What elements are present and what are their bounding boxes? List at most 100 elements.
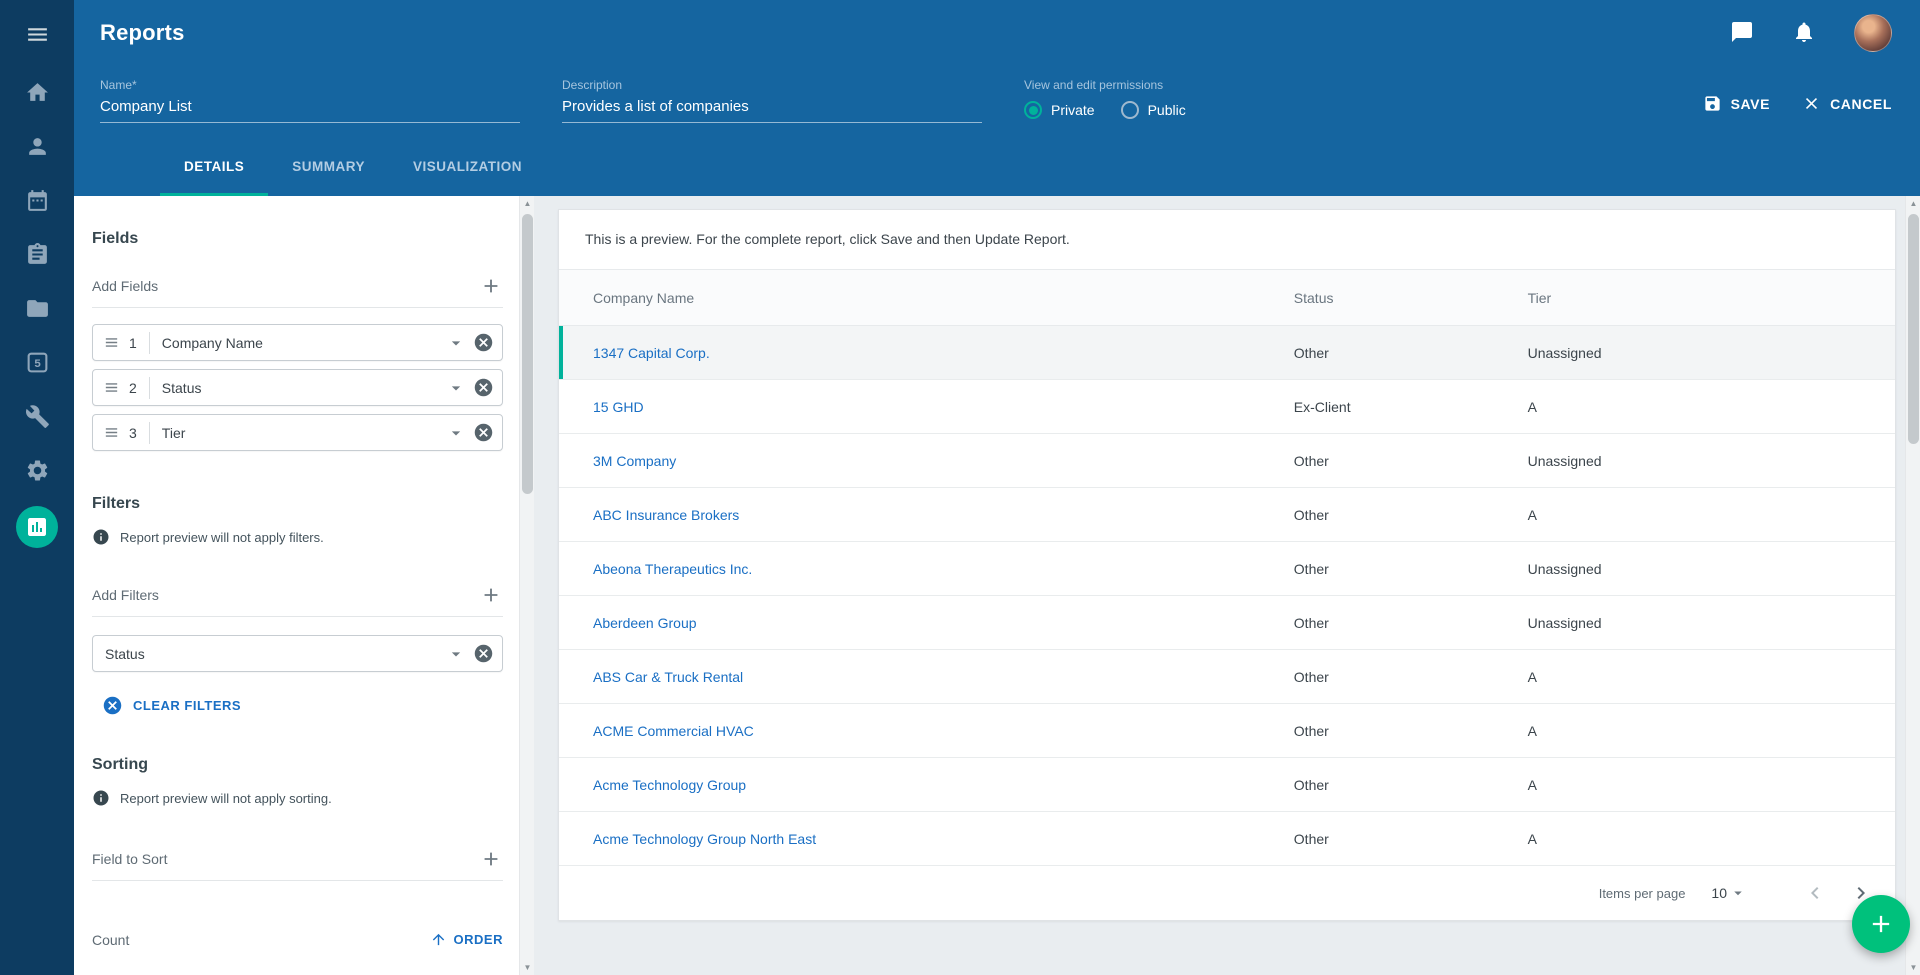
count-label: Count (92, 932, 129, 948)
chevron-down-icon[interactable] (446, 423, 466, 443)
name-input[interactable]: Company List (100, 98, 520, 123)
previous-page-button[interactable] (1803, 881, 1827, 905)
items-per-page-label: Items per page (1599, 886, 1686, 901)
nav-calendar[interactable] (0, 176, 74, 230)
nav-tasks[interactable] (0, 230, 74, 284)
add-sort-field-button[interactable] (479, 847, 503, 871)
remove-circle-icon (473, 643, 494, 664)
chevron-down-icon[interactable] (446, 644, 466, 664)
add-fields-row: Add Fields (92, 274, 503, 308)
page-scrollbar[interactable]: ▲ ▼ (1905, 196, 1920, 975)
nav-filter-5[interactable]: 5 (0, 338, 74, 392)
add-filters-button[interactable] (479, 583, 503, 607)
nav-reports-active[interactable] (0, 500, 74, 554)
tab-visualization[interactable]: VISUALIZATION (389, 140, 546, 196)
divider (149, 377, 150, 399)
company-link[interactable]: 15 GHD (593, 399, 644, 415)
scroll-up-arrow[interactable]: ▲ (520, 196, 534, 211)
company-link[interactable]: Acme Technology Group (593, 777, 746, 793)
chevron-down-icon[interactable] (446, 333, 466, 353)
company-link[interactable]: Acme Technology Group North East (593, 831, 816, 847)
radio-public-label: Public (1148, 102, 1186, 118)
drag-handle-icon[interactable] (103, 424, 120, 441)
tab-summary[interactable]: SUMMARY (268, 140, 389, 196)
status-cell: Other (1294, 758, 1528, 812)
remove-field-button[interactable] (473, 422, 494, 443)
remove-field-button[interactable] (473, 377, 494, 398)
table-row: Aberdeen Group Other Unassigned (559, 596, 1895, 650)
panel-scrollbar[interactable]: ▲ ▼ (519, 196, 534, 975)
user-avatar[interactable] (1854, 14, 1892, 52)
tier-cell: A (1528, 488, 1895, 542)
fields-heading: Fields (92, 230, 503, 248)
report-tabs: DETAILS SUMMARY VISUALIZATION (74, 140, 1920, 196)
filter-label: Status (105, 646, 446, 662)
hamburger-menu-button[interactable] (0, 14, 74, 60)
status-cell: Other (1294, 596, 1528, 650)
table-header-row: Company Name Status Tier (559, 270, 1895, 326)
tier-cell: Unassigned (1528, 434, 1895, 488)
scroll-down-arrow[interactable]: ▼ (520, 960, 534, 975)
drag-handle-icon[interactable] (103, 334, 120, 351)
add-fields-button[interactable] (479, 274, 503, 298)
field-index: 1 (129, 335, 137, 351)
description-input[interactable]: Provides a list of companies (562, 98, 982, 123)
column-header-company: Company Name (559, 270, 1294, 326)
column-header-tier: Tier (1528, 270, 1895, 326)
company-link[interactable]: ABS Car & Truck Rental (593, 669, 743, 685)
scroll-down-arrow[interactable]: ▼ (1906, 960, 1920, 975)
nav-tools[interactable] (0, 392, 74, 446)
tier-cell: A (1528, 758, 1895, 812)
table-row: ACME Commercial HVAC Other A (559, 704, 1895, 758)
filters-note: Report preview will not apply filters. (120, 530, 324, 545)
field-pill-tier[interactable]: 3 Tier (92, 414, 503, 451)
tier-cell: A (1528, 650, 1895, 704)
field-index: 2 (129, 380, 137, 396)
scroll-up-arrow[interactable]: ▲ (1906, 196, 1920, 211)
notifications-button[interactable] (1792, 20, 1818, 46)
status-cell: Other (1294, 434, 1528, 488)
chat-button[interactable] (1730, 20, 1756, 46)
scrollbar-thumb[interactable] (1908, 214, 1919, 444)
table-row: ABC Insurance Brokers Other A (559, 488, 1895, 542)
order-button[interactable]: ORDER (430, 931, 503, 948)
field-pill-status[interactable]: 2 Status (92, 369, 503, 406)
company-link[interactable]: Abeona Therapeutics Inc. (593, 561, 752, 577)
person-icon (25, 134, 50, 164)
drag-handle-icon[interactable] (103, 379, 120, 396)
company-link[interactable]: 1347 Capital Corp. (593, 345, 710, 361)
radio-public[interactable]: Public (1121, 101, 1186, 119)
scrollbar-thumb[interactable] (522, 214, 533, 494)
calendar-icon (25, 188, 50, 218)
tab-details[interactable]: DETAILS (160, 140, 268, 196)
cancel-button[interactable]: CANCEL (1802, 94, 1892, 113)
remove-field-button[interactable] (473, 332, 494, 353)
company-link[interactable]: ACME Commercial HVAC (593, 723, 754, 739)
radio-private[interactable]: Private (1024, 101, 1095, 119)
save-button[interactable]: SAVE (1703, 94, 1771, 113)
table-row: ABS Car & Truck Rental Other A (559, 650, 1895, 704)
status-cell: Other (1294, 650, 1528, 704)
add-report-fab[interactable] (1852, 895, 1910, 953)
field-label: Status (162, 380, 446, 396)
nav-settings[interactable] (0, 446, 74, 500)
filter-pill-status[interactable]: Status (92, 635, 503, 672)
nav-documents[interactable] (0, 284, 74, 338)
tier-cell: A (1528, 812, 1895, 866)
company-link[interactable]: ABC Insurance Brokers (593, 507, 739, 523)
clear-filters-button[interactable]: CLEAR FILTERS (102, 695, 503, 716)
page-size-select[interactable]: 10 (1711, 884, 1747, 902)
field-pill-company-name[interactable]: 1 Company Name (92, 324, 503, 361)
bell-icon (1792, 20, 1816, 44)
plus-icon (480, 275, 502, 297)
add-fields-label: Add Fields (92, 278, 158, 294)
chevron-down-icon[interactable] (446, 378, 466, 398)
nav-home[interactable] (0, 68, 74, 122)
table-row: Acme Technology Group North East Other A (559, 812, 1895, 866)
table-row: Abeona Therapeutics Inc. Other Unassigne… (559, 542, 1895, 596)
company-link[interactable]: Aberdeen Group (593, 615, 697, 631)
company-link[interactable]: 3M Company (593, 453, 676, 469)
remove-filter-button[interactable] (473, 643, 494, 664)
status-cell: Other (1294, 326, 1528, 380)
nav-contacts[interactable] (0, 122, 74, 176)
